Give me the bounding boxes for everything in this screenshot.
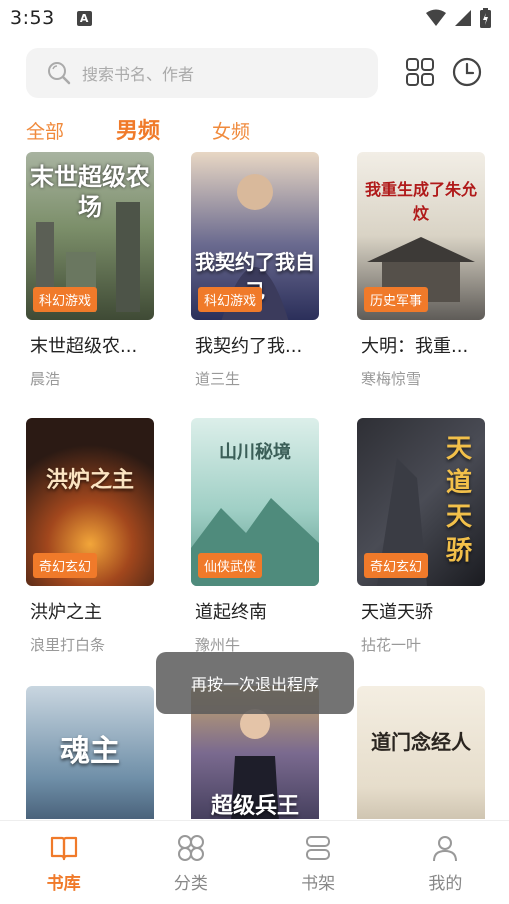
cover-text: 天道天骄	[445, 434, 472, 566]
nav-bookshelf[interactable]: 书架	[255, 821, 382, 904]
exit-toast: 再按一次退出程序	[156, 652, 354, 714]
cover-text: 超级兵王	[210, 793, 299, 819]
signal-icon	[455, 10, 471, 26]
cover-text: 我重生成了朱允炆	[364, 180, 477, 223]
book-cover: 魂主	[26, 686, 154, 819]
nav-label: 书架	[301, 874, 336, 894]
genre-tag: 奇幻玄幻	[33, 553, 98, 578]
genre-tag: 仙侠武侠	[198, 553, 263, 578]
nav-label: 书库	[46, 874, 81, 894]
nav-label: 我的	[428, 874, 463, 894]
tab-all[interactable]: 全部	[26, 112, 64, 152]
book-title: 我契约了我...	[195, 336, 303, 357]
cover-text: 洪炉之主	[45, 467, 134, 493]
book-open-icon	[50, 836, 77, 861]
bookshelf-icon	[306, 836, 331, 860]
tab-female[interactable]: 女频	[212, 112, 250, 152]
book-author: 寒梅惊雪	[361, 370, 422, 388]
category-tabs: 全部 男频 女频	[0, 112, 509, 152]
book-cover: 洪炉之主 奇幻玄幻	[26, 418, 154, 586]
cover-text: 山川秘境	[219, 442, 291, 463]
clock-icon	[452, 57, 482, 87]
status-icons	[426, 8, 491, 28]
book-cover: 末世超级农场 科幻游戏	[26, 152, 154, 320]
nav-category[interactable]: 分类	[127, 821, 254, 904]
book-card[interactable]: 我重生成了朱允炆 历史军事 大明：我重... 寒梅惊雪	[357, 152, 487, 389]
book-card[interactable]: 天道天骄 奇幻玄幻 天道天骄 拈花一叶	[357, 418, 487, 655]
book-title: 大明：我重...	[361, 336, 469, 357]
book-author: 晨浩	[30, 370, 61, 388]
book-title: 洪炉之主	[30, 602, 102, 623]
book-author: 道三生	[195, 370, 241, 388]
status-bar: 3:53 A	[0, 0, 509, 36]
grid-view-button[interactable]	[404, 56, 436, 88]
book-card[interactable]: 我契约了我自己 科幻游戏 我契约了我... 道三生	[191, 152, 321, 389]
cover-text: 末世超级农场	[30, 162, 150, 221]
book-card[interactable]: 山川秘境 仙侠武侠 道起终南 豫州牛	[191, 418, 321, 655]
genre-tag: 科幻游戏	[33, 287, 98, 312]
category-icon	[177, 835, 204, 861]
user-icon	[433, 836, 458, 862]
notification-icon: A	[76, 10, 92, 26]
genre-tag: 历史军事	[364, 287, 429, 312]
book-card[interactable]: 洪炉之主 奇幻玄幻 洪炉之主 浪里打白条	[26, 418, 156, 655]
search-input[interactable]: 搜索书名、作者	[26, 48, 378, 98]
book-card[interactable]: 末世超级农场 科幻游戏 末世超级农... 晨浩	[26, 152, 156, 389]
battery-icon	[480, 8, 491, 28]
book-title: 道起终南	[195, 602, 267, 623]
book-author: 浪里打白条	[30, 636, 106, 654]
history-button[interactable]	[451, 56, 483, 88]
cover-text: 道门念经人	[371, 730, 471, 754]
grid-icon	[406, 58, 434, 86]
status-time: 3:53	[10, 7, 55, 29]
book-card[interactable]: 道门念经人	[357, 686, 487, 819]
cover-text: 魂主	[60, 734, 120, 769]
nav-profile[interactable]: 我的	[382, 821, 509, 904]
search-icon	[48, 62, 71, 85]
book-author: 拈花一叶	[361, 636, 422, 654]
genre-tag: 奇幻玄幻	[364, 553, 429, 578]
bottom-nav: 书库 分类 书架 我的	[0, 820, 509, 904]
wifi-icon	[426, 9, 446, 26]
search-row: 搜索书名、作者	[0, 44, 509, 100]
book-cover: 道门念经人	[357, 686, 485, 819]
book-title: 天道天骄	[361, 602, 433, 623]
book-title: 末世超级农...	[30, 336, 138, 357]
book-cover: 我重生成了朱允炆 历史军事	[357, 152, 485, 320]
genre-tag: 科幻游戏	[198, 287, 263, 312]
nav-label: 分类	[173, 874, 208, 894]
book-card[interactable]: 魂主	[26, 686, 156, 819]
book-grid: 末世超级农场 科幻游戏 末世超级农... 晨浩 我契约了我自己 科幻游戏 我契约…	[0, 152, 509, 819]
book-cover: 天道天骄 奇幻玄幻	[357, 418, 485, 586]
search-placeholder: 搜索书名、作者	[82, 65, 195, 84]
tab-male[interactable]: 男频	[116, 112, 160, 152]
book-cover: 山川秘境 仙侠武侠	[191, 418, 319, 586]
book-cover: 我契约了我自己 科幻游戏	[191, 152, 319, 320]
nav-library[interactable]: 书库	[0, 821, 127, 904]
